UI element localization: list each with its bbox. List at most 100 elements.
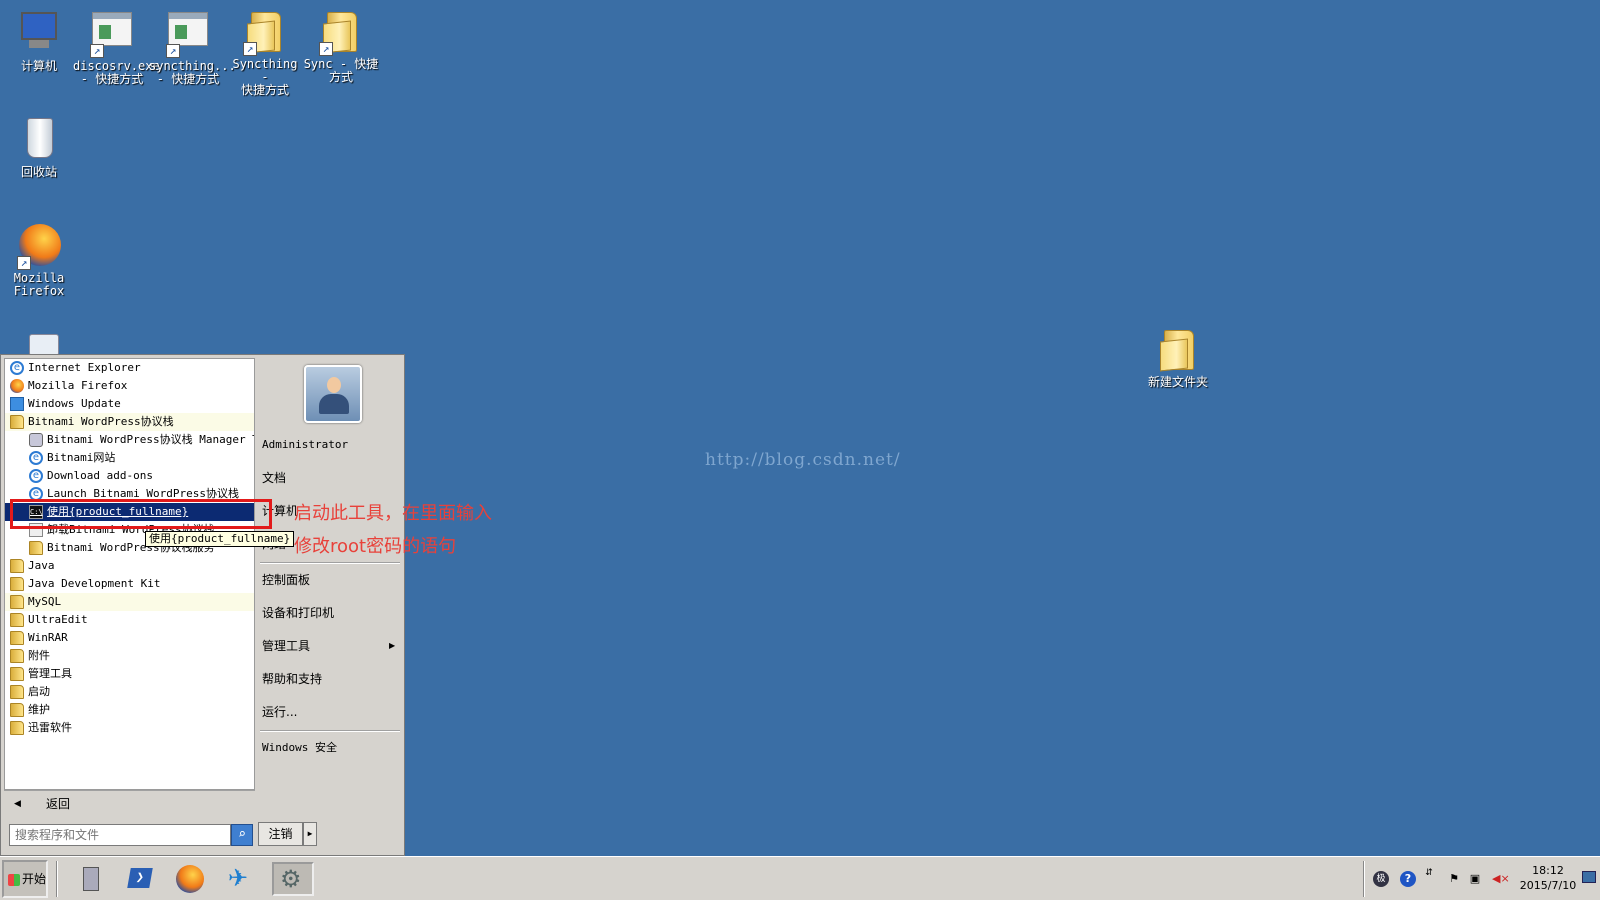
search-input[interactable]: [9, 824, 231, 846]
folder-icon: [10, 703, 24, 717]
desktop-icon-new-folder[interactable]: 新建文件夹: [1138, 326, 1218, 389]
windows-update-icon: [10, 397, 24, 411]
program-folder-admin-tools[interactable]: 管理工具: [5, 665, 254, 683]
flag-icon[interactable]: ⚑: [1446, 871, 1462, 887]
folder-icon: [10, 685, 24, 699]
app-window-icon: ↗: [88, 10, 136, 58]
shortcut-arrow-icon: ↗: [166, 44, 180, 58]
program-internet-explorer[interactable]: e Internet Explorer: [5, 359, 254, 377]
program-windows-update[interactable]: Windows Update: [5, 395, 254, 413]
avatar[interactable]: [304, 365, 362, 423]
folder-icon: [10, 613, 24, 627]
clock-time: 18:12: [1532, 864, 1564, 877]
program-folder-jdk[interactable]: Java Development Kit: [5, 575, 254, 593]
desktop-icon-label: syncthing... - 快捷方式: [149, 59, 236, 86]
program-bitnami-website[interactable]: e Bitnami网站: [5, 449, 254, 467]
program-folder-ultraedit[interactable]: UltraEdit: [5, 611, 254, 629]
folder-icon: [10, 721, 24, 735]
annotation-text: 启动此工具，在里面输入修改root密码的语句: [294, 503, 492, 557]
app-window-icon: ↗: [164, 10, 212, 58]
firefox-icon[interactable]: [173, 862, 207, 896]
ie-icon: e: [10, 361, 24, 375]
search-icon[interactable]: ⌕: [231, 824, 253, 846]
tool-icon: [29, 433, 43, 447]
menu-devices-printers[interactable]: 设备和打印机: [262, 602, 334, 624]
menu-help-support[interactable]: 帮助和支持: [262, 668, 322, 690]
program-download-addons[interactable]: e Download add-ons: [5, 467, 254, 485]
shutdown-options-button[interactable]: ▶: [303, 822, 317, 846]
desktop-icon-sync-folder[interactable]: ↗ Sync - 快捷 方式: [302, 8, 380, 84]
folder-icon: [10, 595, 24, 609]
divider: [1363, 861, 1365, 897]
menu-admin-tools[interactable]: 管理工具: [262, 635, 310, 657]
program-folder-maintenance[interactable]: 维护: [5, 701, 254, 719]
folder-icon: [1154, 326, 1202, 374]
program-folder-java[interactable]: Java: [5, 557, 254, 575]
menu-documents[interactable]: 文档: [262, 467, 286, 489]
program-folder-winrar[interactable]: WinRAR: [5, 629, 254, 647]
divider: [260, 730, 400, 732]
powershell-icon[interactable]: [123, 862, 157, 896]
menu-control-panel[interactable]: 控制面板: [262, 569, 310, 591]
help-icon[interactable]: ?: [1400, 871, 1416, 887]
chevron-right-icon: ▶: [307, 829, 313, 838]
program-folder-bitnami[interactable]: Bitnami WordPress协议栈: [5, 413, 254, 431]
desktop-icon-label: Mozilla Firefox: [13, 271, 65, 298]
firefox-icon: [10, 379, 24, 393]
desktop-icon-syncthing-exe[interactable]: ↗ syncthing... - 快捷方式: [149, 10, 236, 86]
user-name[interactable]: Administrator: [262, 434, 348, 456]
folder-icon: [10, 559, 24, 573]
folder-icon: ↗: [241, 8, 289, 56]
folder-icon: [29, 541, 43, 555]
server-manager-icon[interactable]: [74, 862, 108, 896]
computer-icon: [15, 10, 63, 58]
windows-logo-icon: [8, 874, 20, 886]
program-folder-xunlei[interactable]: 迅雷软件: [5, 719, 254, 737]
divider: [56, 861, 58, 897]
desktop-icon-syncthing-folder[interactable]: ↗ Syncthing - 快捷方式: [226, 8, 304, 97]
firefox-icon: ↗: [15, 222, 63, 270]
shortcut-arrow-icon: ↗: [90, 44, 104, 58]
program-folder-mysql[interactable]: MySQL: [5, 593, 254, 611]
language-bar-icon[interactable]: ⇵: [1421, 865, 1437, 881]
menu-run[interactable]: 运行...: [262, 701, 297, 723]
clock[interactable]: 18:12 2015/7/10: [1513, 863, 1583, 893]
program-bitnami-manager-tool[interactable]: Bitnami WordPress协议栈 Manager Tool: [5, 431, 254, 449]
ie-icon: e: [29, 469, 43, 483]
back-button[interactable]: ◀ 返回: [4, 790, 255, 816]
shortcut-arrow-icon: ↗: [243, 42, 257, 56]
gear-icon[interactable]: [272, 862, 314, 896]
ime-icon[interactable]: 极: [1373, 871, 1389, 887]
all-programs-list: e Internet Explorer Mozilla Firefox Windo…: [4, 358, 255, 790]
program-folder-startup[interactable]: 启动: [5, 683, 254, 701]
folder-icon: ↗: [317, 8, 365, 56]
volume-muted-icon[interactable]: ◀×: [1492, 871, 1510, 887]
network-icon[interactable]: ▣: [1467, 871, 1483, 887]
logoff-button[interactable]: 注销: [258, 822, 303, 846]
desktop-icon-label: Sync - 快捷 方式: [303, 57, 379, 84]
start-menu: e Internet Explorer Mozilla Firefox Windo…: [0, 354, 405, 856]
desktop-icon-label: Syncthing - 快捷方式: [232, 57, 298, 97]
start-button[interactable]: 开始: [2, 860, 48, 898]
desktop-icon-label: 新建文件夹: [1147, 375, 1208, 389]
folder-icon: [10, 649, 24, 663]
recycle-bin-icon: [15, 116, 63, 164]
show-desktop-button[interactable]: [1582, 871, 1596, 883]
start-menu-right-pane: Administrator 文档 计算机 网络 控制面板 设备和打印机 管理工具…: [256, 355, 406, 855]
program-mozilla-firefox[interactable]: Mozilla Firefox: [5, 377, 254, 395]
folder-icon: [10, 631, 24, 645]
desktop-icon-discosrv[interactable]: ↗ discosrv.exe - 快捷方式: [73, 10, 160, 86]
desktop-icon-computer[interactable]: 计算机: [0, 10, 78, 73]
bird-app-icon[interactable]: [223, 862, 257, 896]
folder-icon: [10, 415, 24, 429]
taskbar: 开始 极 ? ⇵ ⚑ ▣ ◀× 18:12 2015/7/10: [0, 856, 1600, 900]
desktop-icon-recycle-bin[interactable]: 回收站: [0, 116, 78, 179]
program-folder-accessories[interactable]: 附件: [5, 647, 254, 665]
clock-date: 2015/7/10: [1519, 879, 1577, 892]
desktop-icon-firefox[interactable]: ↗ Mozilla Firefox: [0, 222, 78, 298]
menu-windows-security[interactable]: Windows 安全: [262, 737, 337, 759]
chevron-right-icon: ▶: [389, 641, 396, 650]
desktop-icon-label: discosrv.exe - 快捷方式: [73, 59, 160, 86]
desktop-icon-label: 计算机: [20, 59, 57, 73]
tooltip: 使用{product_fullname}: [145, 531, 295, 547]
